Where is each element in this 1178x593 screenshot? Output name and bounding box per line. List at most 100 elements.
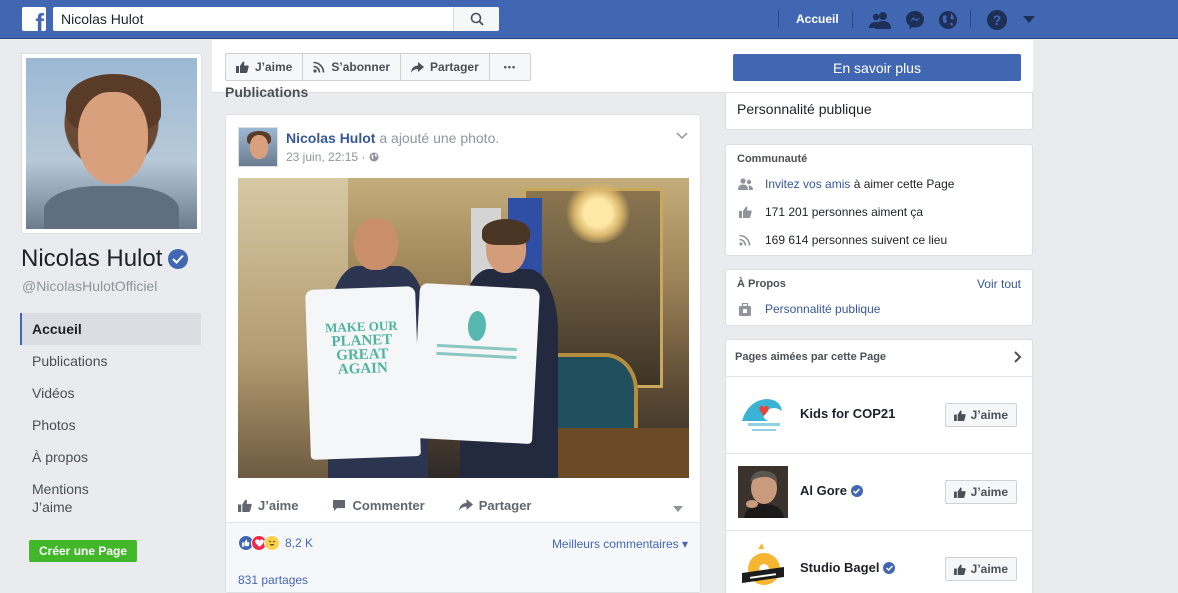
kids-for-cop21-logo [738, 389, 788, 441]
subscribe-button[interactable]: S’abonner [303, 54, 402, 80]
profile-picture[interactable] [21, 53, 202, 234]
search-input[interactable] [53, 7, 453, 31]
post-options-chevron-icon[interactable] [676, 129, 688, 143]
post-comment-label: Commenter [352, 497, 425, 513]
liked-page-item[interactable]: Al Gore J’aime [726, 453, 1032, 530]
liked-page-name-text[interactable]: Al Gore [800, 483, 847, 498]
thumbs-up-icon [737, 206, 753, 218]
community-card: Communauté Invitez vos amis à aimer cett… [725, 144, 1033, 256]
post-author-avatar[interactable] [238, 127, 278, 167]
invite-friends-rest: à aimer cette Page [850, 177, 955, 191]
messenger-icon[interactable] [904, 9, 926, 31]
page-handle[interactable]: @NicolasHulotOfficiel [22, 278, 157, 294]
learn-more-button[interactable]: En savoir plus [733, 54, 1021, 81]
liked-pages-title: Pages aimées par cette Page [735, 351, 887, 363]
liked-page-like-button[interactable]: J’aime [944, 557, 1017, 581]
liked-page-name: Studio Bagel [800, 560, 896, 575]
page-action-buttons: J’aime S’abonner Partager ••• [225, 53, 532, 81]
share-count[interactable]: 831 partages [238, 573, 308, 587]
public-globe-icon [369, 152, 379, 162]
share-page-button[interactable]: Partager [401, 54, 490, 80]
left-nav-item-home[interactable]: Accueil [20, 313, 201, 345]
reactions-summary[interactable]: 8,2 K [238, 535, 313, 551]
briefcase-icon [737, 302, 753, 316]
rss-icon [313, 61, 325, 73]
post-photo[interactable]: MAKE OUR PLANET GREAT AGAIN [238, 178, 689, 478]
post-share-label: Partager [478, 497, 532, 513]
more-options-icon: ••• [503, 62, 517, 72]
page-like-label: J’aime [255, 60, 293, 74]
like-label: J’aime [970, 485, 1008, 499]
likes-row: 171 201 personnes aiment ça [737, 205, 923, 219]
left-nav-item-photos[interactable]: Photos [20, 409, 201, 441]
post-time-text: 23 juin, 22:15 · [286, 150, 366, 164]
liked-page-like-button[interactable]: J’aime [944, 480, 1017, 504]
post-author-link[interactable]: Nicolas Hulot [286, 130, 375, 146]
liked-page-name-text[interactable]: Kids for COP21 [800, 406, 895, 421]
nav-separator [852, 10, 853, 28]
left-nav-item-publications[interactable]: Publications [20, 345, 201, 377]
search-button[interactable] [453, 7, 499, 31]
community-title: Communauté [737, 153, 808, 165]
tshirt-leaf [412, 282, 540, 445]
search-icon [470, 12, 484, 26]
about-title: À Propos [737, 278, 786, 290]
reaction-count: 8,2 K [285, 536, 314, 550]
thumbs-up-icon [953, 486, 966, 498]
post-timestamp[interactable]: 23 juin, 22:15 · [286, 150, 379, 164]
invite-friends-link[interactable]: Invitez vos amis [765, 177, 850, 191]
post-footer: 8,2 K Meilleurs commentaires ▾ 831 parta… [226, 522, 700, 592]
left-nav: Accueil Publications Vidéos Photos À pro… [20, 313, 201, 521]
liked-page-item[interactable]: Kids for COP21 J’aime [726, 376, 1032, 453]
studio-bagel-logo [738, 543, 788, 593]
category-text: Personnalité publique [737, 101, 872, 117]
invite-friends-icon [737, 178, 753, 190]
facebook-logo-icon[interactable]: f [22, 7, 46, 31]
shirt-line: AGAIN [337, 360, 389, 378]
liked-page-name-text[interactable]: Studio Bagel [800, 560, 879, 575]
about-category-link[interactable]: Personnalité publique [765, 302, 880, 316]
liked-page-name: Al Gore [800, 483, 863, 498]
home-link[interactable]: Accueil [796, 12, 839, 26]
page-like-button[interactable]: J’aime [226, 54, 304, 80]
chevron-right-icon[interactable] [1014, 351, 1022, 366]
left-column: Nicolas Hulot @NicolasHulotOfficiel Accu… [0, 40, 212, 593]
verified-badge-icon [883, 561, 896, 574]
more-options-button[interactable]: ••• [490, 54, 530, 80]
thumbs-up-icon [238, 499, 252, 512]
page-name-text: Nicolas Hulot [21, 245, 163, 272]
see-all-link[interactable]: Voir tout [977, 277, 1021, 291]
friends-icon[interactable] [869, 9, 891, 31]
comment-sort-dropdown[interactable]: Meilleurs commentaires ▾ [552, 537, 688, 551]
globe-icon[interactable] [937, 9, 959, 31]
caret-down-icon[interactable] [1018, 9, 1040, 31]
post-like-button[interactable]: J’aime [238, 498, 298, 513]
post-share-button[interactable]: Partager [458, 497, 532, 513]
left-nav-item-about[interactable]: À propos [20, 441, 201, 473]
help-icon[interactable]: ? [986, 9, 1008, 31]
nav-separator [970, 10, 971, 28]
post-like-label: J’aime [258, 497, 299, 513]
post-header: Nicolas Hulot a ajouté une photo. [286, 130, 499, 146]
thumbs-up-icon [236, 61, 249, 73]
followers-count: 169 614 personnes suivent ce lieu [765, 233, 948, 247]
tshirt-planet: MAKE OUR PLANET GREAT AGAIN [305, 286, 421, 460]
create-page-button[interactable]: Créer une Page [29, 540, 138, 562]
comment-icon [333, 499, 346, 511]
liked-page-like-button[interactable]: J’aime [944, 403, 1017, 427]
post-comment-button[interactable]: Commenter [332, 497, 425, 513]
al-gore-photo [738, 466, 788, 518]
liked-page-item[interactable]: Studio Bagel J’aime [726, 530, 1032, 593]
left-nav-item-videos[interactable]: Vidéos [20, 377, 201, 409]
left-nav-item-likes[interactable]: Mentions J’aime [20, 473, 201, 521]
liked-page-name: Kids for COP21 [800, 406, 895, 421]
post-audience-dropdown-icon[interactable] [673, 501, 683, 515]
logo-letter: f [35, 8, 44, 31]
profile-photo [26, 58, 197, 229]
thumbs-up-icon [953, 563, 966, 575]
page-action-bar: J’aime S’abonner Partager ••• En savoir … [212, 40, 1033, 93]
share-page-label: Partager [430, 60, 479, 74]
liked-pages-card: Pages aimées par cette Page Kids for COP… [725, 339, 1033, 593]
publications-heading: Publications [225, 87, 309, 97]
post-action-text: a ajouté une photo. [375, 130, 500, 146]
